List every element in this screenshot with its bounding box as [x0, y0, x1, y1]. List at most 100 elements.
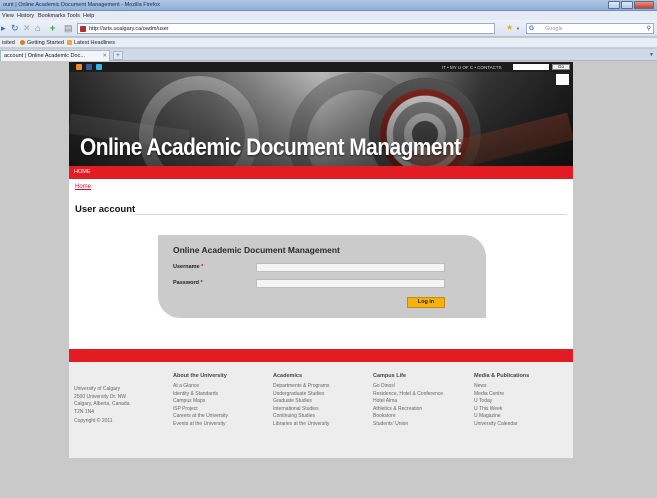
footer-link[interactable]: Libraries at the University: [273, 421, 373, 429]
menu-view[interactable]: View: [2, 13, 14, 19]
bookmark-star-icon[interactable]: ★: [506, 24, 513, 32]
firefox-icon: [20, 40, 25, 45]
footer-column-campus-life: Campus Life Go Dinos! Residence, Hotel &…: [373, 373, 473, 429]
footer-column-media: Media & Publications News Media Centre U…: [474, 373, 574, 429]
home-icon[interactable]: ⌂: [35, 23, 40, 33]
footer-link[interactable]: U Today: [474, 398, 574, 406]
bookmark-latest-headlines[interactable]: Latest Headlines: [67, 40, 115, 46]
footer-link[interactable]: Campus Maps: [173, 398, 273, 406]
address-line: 2500 University Dr. NW: [74, 393, 126, 400]
add-icon[interactable]: +: [50, 23, 55, 33]
footer-column-heading: Academics: [273, 373, 303, 379]
chevron-down-icon[interactable]: ▼: [516, 26, 520, 31]
site-top-strip: IT • MY U OF C • CONTACTS Go: [69, 62, 573, 72]
footer-link[interactable]: Undergraduate Studies: [273, 391, 373, 399]
required-mark: *: [200, 280, 203, 286]
address-line: Calgary, Alberta, Canada: [74, 401, 130, 408]
username-label: Username *: [173, 264, 204, 270]
site-search-input[interactable]: [513, 64, 549, 70]
facebook-icon[interactable]: [86, 64, 92, 70]
window-title: ount | Online Academic Document Manageme…: [3, 2, 161, 8]
footer-red-bar: [69, 349, 573, 362]
search-icon[interactable]: ⚲: [647, 25, 651, 32]
reload-icon[interactable]: ↻: [11, 23, 19, 33]
stop-icon[interactable]: ✕: [23, 23, 31, 33]
password-label: Password *: [173, 280, 203, 286]
print-icon[interactable]: ▤: [64, 23, 73, 33]
required-mark: *: [201, 264, 204, 270]
tab-user-account[interactable]: account | Online Academic Doc... ✕: [0, 50, 110, 61]
close-tab-icon[interactable]: ✕: [102, 53, 107, 59]
footer-link[interactable]: Departments & Programs: [273, 383, 373, 391]
footer-link[interactable]: Careers at the University: [173, 413, 273, 421]
footer-link[interactable]: Athletics & Recreation: [373, 406, 473, 414]
menu-tools[interactable]: Tools: [67, 13, 80, 19]
footer-column-academics: Academics Departments & Programs Undergr…: [273, 373, 373, 429]
nav-home-link[interactable]: HOME: [74, 169, 91, 175]
tab-strip: account | Online Academic Doc... ✕ + ▼: [0, 49, 657, 61]
google-icon[interactable]: G: [529, 25, 534, 32]
tab-list-chevron-icon[interactable]: ▼: [649, 52, 654, 58]
footer-column-about: About the University At a Glance Identit…: [173, 373, 273, 429]
footer-link[interactable]: Media Centre: [474, 391, 574, 399]
main-navigation: HOME: [69, 166, 573, 179]
bookmark-most-visited[interactable]: isited: [2, 40, 15, 46]
menu-history[interactable]: History: [17, 13, 34, 19]
plus-icon: +: [116, 52, 120, 59]
menu-help[interactable]: Help: [83, 13, 94, 19]
url-text: http://arts.ucalgary.ca/oadm/user: [89, 26, 169, 32]
footer-column-heading: About the University: [173, 373, 227, 379]
footer-link[interactable]: U Magazine: [474, 413, 574, 421]
footer-link[interactable]: Go Dinos!: [373, 383, 473, 391]
footer-link[interactable]: Bookstore: [373, 413, 473, 421]
site-top-links[interactable]: IT • MY U OF C • CONTACTS: [442, 65, 502, 70]
footer-address: University of Calgary 2500 University Dr…: [74, 386, 130, 426]
title-divider: [134, 214, 567, 215]
footer-link[interactable]: Identity & Standards: [173, 391, 273, 399]
breadcrumb-home-link[interactable]: Home: [75, 184, 91, 190]
twitter-icon[interactable]: [96, 64, 102, 70]
password-input[interactable]: [256, 279, 445, 288]
url-bar[interactable]: http://arts.ucalgary.ca/oadm/user: [77, 23, 495, 34]
footer-link[interactable]: At a Glance: [173, 383, 273, 391]
minimize-button[interactable]: [608, 1, 620, 9]
banner-corner-block: [556, 74, 569, 85]
back-icon[interactable]: ▸: [1, 23, 6, 33]
bookmarks-toolbar: isited Getting Started Latest Headlines: [0, 38, 657, 48]
login-button[interactable]: Log in: [407, 297, 445, 308]
footer-link[interactable]: Continuing Studies: [273, 413, 373, 421]
new-tab-button[interactable]: +: [113, 51, 123, 60]
search-placeholder: Google: [545, 26, 563, 32]
site-favicon-icon: [80, 26, 86, 32]
footer-link[interactable]: Students' Union: [373, 421, 473, 429]
footer-link[interactable]: Events at the University: [173, 421, 273, 429]
bookmark-getting-started[interactable]: Getting Started: [20, 40, 64, 46]
close-window-button[interactable]: [634, 1, 654, 9]
footer-link[interactable]: Residence, Hotel & Conference: [373, 391, 473, 399]
web-page: IT • MY U OF C • CONTACTS Go Online Acad…: [69, 62, 573, 458]
footer-link[interactable]: iSP Project: [173, 406, 273, 414]
login-heading: Online Academic Document Management: [173, 245, 340, 255]
address-line: University of Calgary: [74, 386, 121, 392]
username-input[interactable]: [256, 263, 445, 272]
window-titlebar: ount | Online Academic Document Manageme…: [0, 0, 657, 11]
copyright-text: Copyright © 2011: [74, 418, 113, 425]
footer-column-heading: Media & Publications: [474, 373, 530, 379]
banner-title: Online Academic Document Managment: [80, 134, 461, 161]
browser-search-box[interactable]: G Google ⚲: [526, 23, 654, 34]
site-footer: University of Calgary 2500 University Dr…: [69, 362, 573, 458]
footer-link[interactable]: U This Week: [474, 406, 574, 414]
rss-icon[interactable]: [76, 64, 82, 70]
maximize-button[interactable]: [621, 1, 633, 9]
footer-link[interactable]: Graduate Studies: [273, 398, 373, 406]
tab-title: account | Online Academic Doc...: [4, 53, 85, 59]
site-search-go-button[interactable]: Go: [552, 64, 570, 70]
footer-link[interactable]: International Studies: [273, 406, 373, 414]
menu-bookmarks[interactable]: Bookmarks: [38, 13, 66, 19]
address-line: T2N 1N4: [74, 408, 95, 415]
footer-link[interactable]: News: [474, 383, 574, 391]
login-form: Online Academic Document Management User…: [158, 235, 486, 318]
footer-link[interactable]: University Calendar: [474, 421, 574, 429]
footer-link[interactable]: Hotel Alma: [373, 398, 473, 406]
footer-column-heading: Campus Life: [373, 373, 407, 379]
